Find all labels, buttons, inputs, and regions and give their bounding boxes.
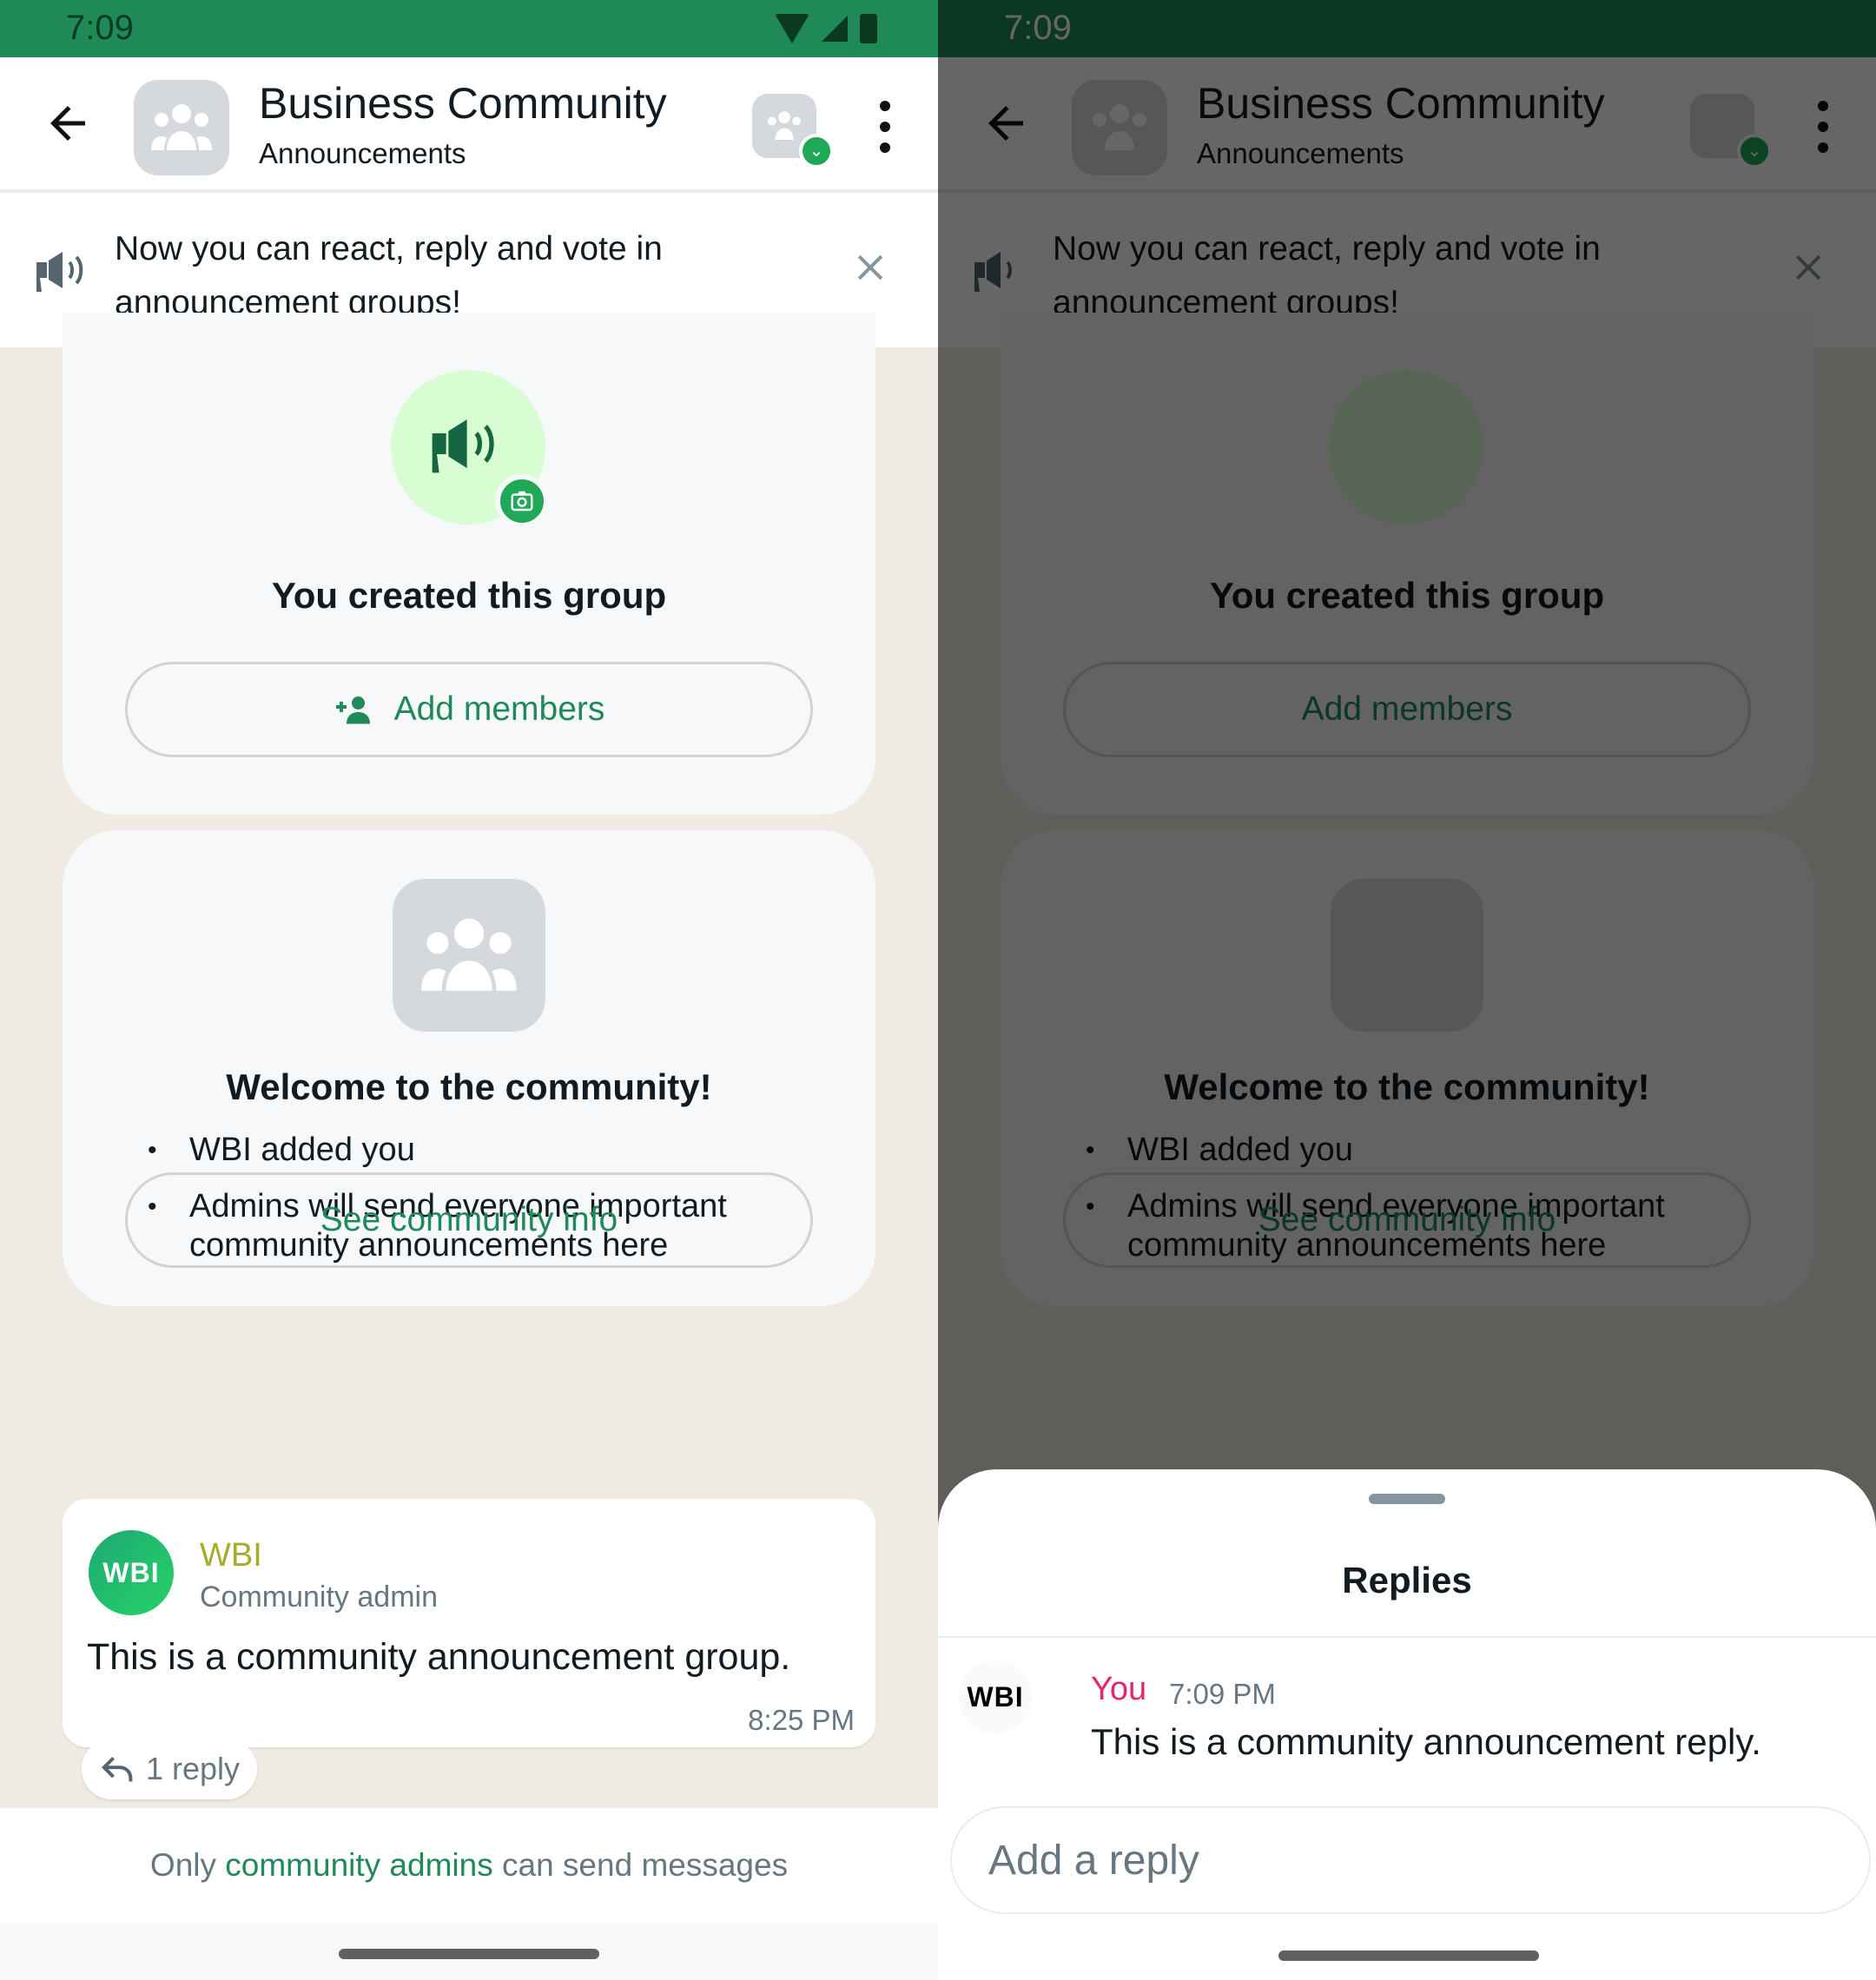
megaphone-icon	[36, 252, 83, 292]
admins-only-notice: Only community admins can send messages	[0, 1808, 938, 1923]
group-created-heading: You created this group	[271, 575, 667, 616]
wifi-icon	[775, 14, 809, 43]
sender-name: WBI	[200, 1537, 262, 1574]
announcement-message[interactable]: WBI WBI Community admin This is a commun…	[63, 1499, 875, 1747]
replies-count: 1 reply	[146, 1751, 241, 1786]
person-add-icon	[335, 696, 370, 724]
more-options-button[interactable]	[872, 101, 898, 153]
group-icon	[421, 918, 517, 991]
arrow-left-icon	[50, 106, 85, 141]
reply-author: You	[1091, 1671, 1147, 1707]
chat-screen: 7:09 Business Community Announcements ⌄	[0, 0, 938, 1980]
welcome-heading: Welcome to the community!	[226, 1066, 712, 1107]
change-photo-button[interactable]	[495, 474, 549, 528]
app-header: Business Community Announcements ⌄	[0, 57, 938, 191]
status-time: 7:09	[66, 9, 134, 47]
add-members-label: Add members	[393, 690, 605, 728]
close-icon	[857, 254, 883, 280]
back-button[interactable]	[42, 97, 94, 149]
group-icon	[151, 104, 212, 150]
replies-title: Replies	[1342, 1560, 1472, 1600]
see-community-info-button[interactable]: See community info	[125, 1172, 813, 1268]
megaphone-icon	[432, 419, 494, 473]
community-admins-link[interactable]: community admins	[225, 1847, 492, 1884]
reply-avatar: WBI	[959, 1660, 1032, 1733]
reply-icon	[101, 1756, 133, 1782]
navigation-bar	[0, 1923, 938, 1980]
message-text: This is a community announcement group.	[87, 1636, 791, 1678]
community-button[interactable]: ⌄	[752, 94, 834, 168]
chat-title: Business Community	[259, 79, 667, 128]
reply-text: This is a community announcement reply.	[1091, 1721, 1761, 1762]
divider	[938, 1636, 1876, 1638]
sender-role: Community admin	[200, 1581, 438, 1614]
more-vert-icon	[880, 101, 890, 111]
sender-avatar[interactable]: WBI	[89, 1530, 174, 1615]
bullet-item: WBI added you	[148, 1131, 825, 1170]
add-reply-input[interactable]	[950, 1806, 1871, 1914]
chevron-down-icon: ⌄	[799, 134, 834, 168]
group-avatar[interactable]	[134, 80, 229, 175]
sheet-drag-handle[interactable]	[1369, 1494, 1445, 1504]
home-gesture-handle[interactable]	[1278, 1950, 1539, 1961]
battery-icon	[860, 14, 877, 43]
see-community-info-label: See community info	[320, 1201, 618, 1238]
replies-screen: 7:09 Business Community Announcements ⌄ …	[938, 0, 1876, 1980]
add-members-button[interactable]: Add members	[125, 662, 813, 757]
welcome-card: Welcome to the community! WBI added you …	[63, 830, 875, 1306]
reply-time: 7:09 PM	[1169, 1678, 1276, 1710]
message-time: 8:25 PM	[748, 1704, 855, 1736]
replies-sheet: Replies WBI You 7:09 PM This is a commun…	[938, 1469, 1876, 1980]
home-gesture-handle[interactable]	[339, 1949, 599, 1959]
status-bar: 7:09	[0, 0, 938, 57]
close-banner-button[interactable]	[851, 243, 889, 295]
community-avatar	[393, 879, 545, 1032]
view-replies-button[interactable]: 1 reply	[82, 1739, 258, 1799]
group-created-card: You created this group Add members	[63, 313, 875, 815]
community-icon	[767, 111, 802, 140]
signal-icon	[822, 16, 848, 42]
chat-subtitle: Announcements	[259, 137, 466, 169]
camera-icon	[511, 491, 533, 512]
chat-title-block[interactable]: Business Community Announcements	[259, 78, 667, 170]
